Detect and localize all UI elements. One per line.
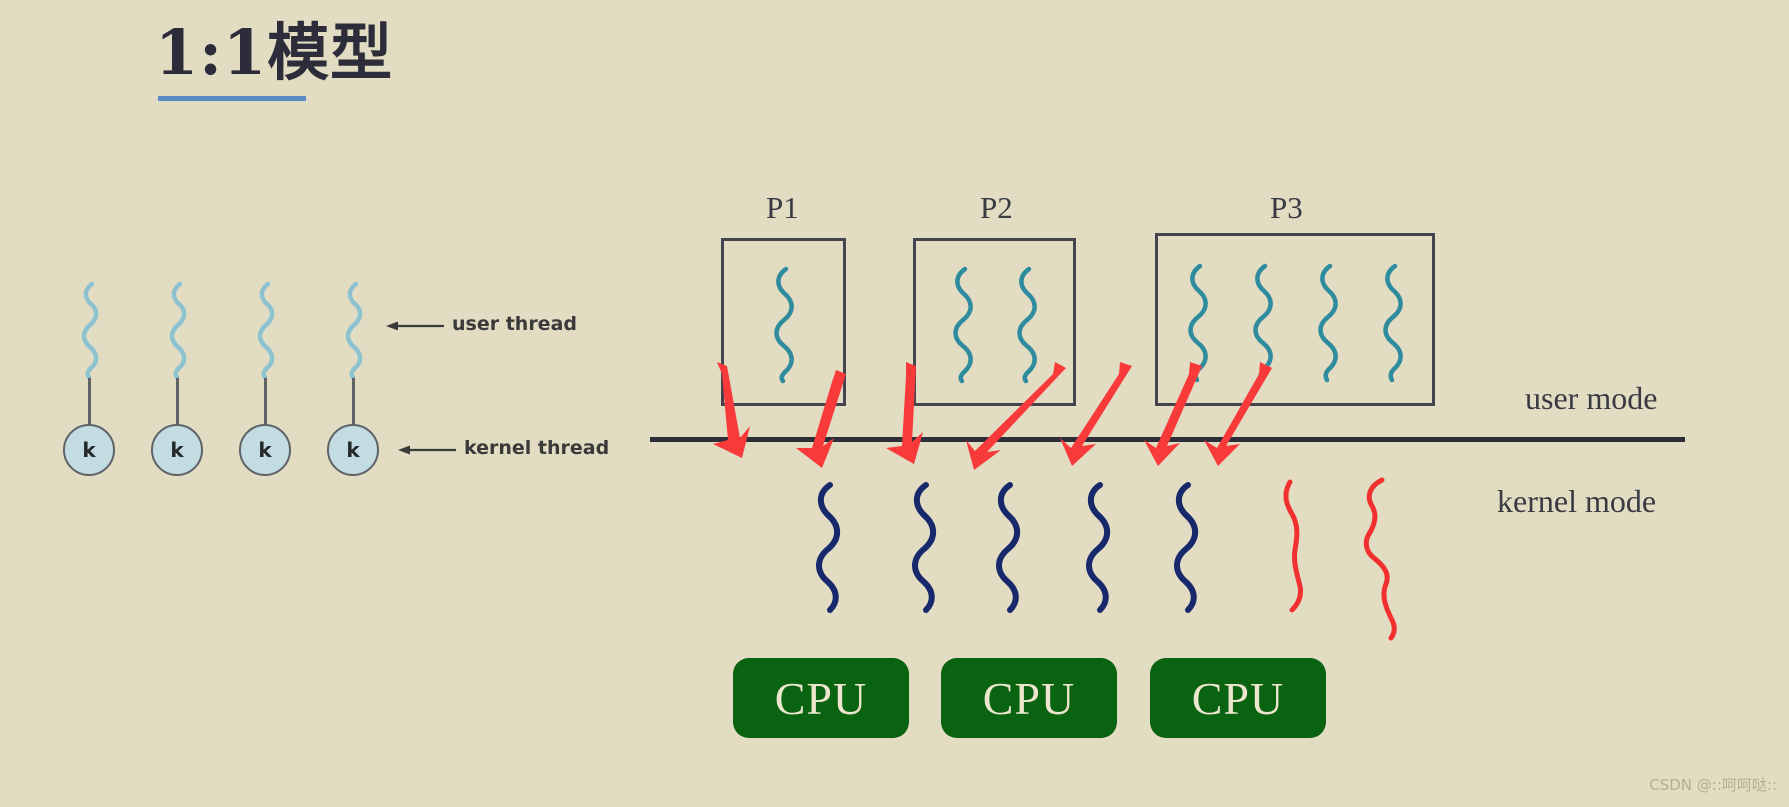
user-thread-squiggles <box>81 281 363 380</box>
process-label-p3: P3 <box>1270 190 1303 225</box>
kernel-thread-node: k <box>63 424 115 476</box>
thread-stem <box>88 378 91 426</box>
kernel-thread-node: k <box>239 424 291 476</box>
kernel-thread-node: k <box>327 424 379 476</box>
user-thread-label: user thread <box>452 313 577 335</box>
user-mode-label: user mode <box>1525 380 1658 416</box>
red-annotation-arrows <box>713 362 1272 470</box>
left-diagram: k k k k user thread kernel thread <box>0 0 620 807</box>
kernel-side-threads <box>816 482 1199 613</box>
kernel-node-letter: k <box>258 438 272 462</box>
process-label-p2: P2 <box>980 190 1013 225</box>
kernel-node-letter: k <box>346 438 360 462</box>
thread-stem <box>176 378 179 426</box>
cpu-box-1: CPU <box>733 658 909 738</box>
thread-stem <box>264 378 267 426</box>
process-label-p1: P1 <box>766 190 799 225</box>
kernel-node-letter: k <box>170 438 184 462</box>
cpu-box-2: CPU <box>941 658 1117 738</box>
cpu-label: CPU <box>982 672 1076 724</box>
user-thread-arrow-icon <box>386 321 444 331</box>
kernel-thread-label: kernel thread <box>464 437 610 459</box>
kernel-mode-label: kernel mode <box>1497 483 1657 519</box>
kernel-node-letter: k <box>82 438 96 462</box>
kernel-thread-node: k <box>151 424 203 476</box>
kernel-thread-arrow-icon <box>398 445 456 455</box>
slide-canvas: 1:1模型 k k k k user thread kernel thread … <box>0 0 1789 807</box>
hand-drawn-red-squiggles <box>1283 477 1397 641</box>
cpu-box-3: CPU <box>1150 658 1326 738</box>
cpu-label: CPU <box>774 672 868 724</box>
cpu-label: CPU <box>1191 672 1285 724</box>
csdn-watermark: CSDN @::呵呵哒:: <box>1649 776 1777 794</box>
thread-stem <box>352 378 355 426</box>
